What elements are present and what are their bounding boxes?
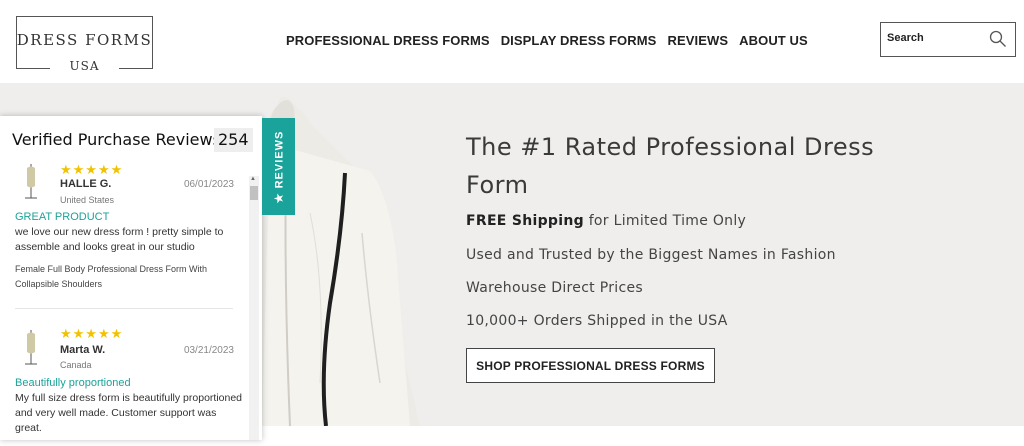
review-body: we love our new dress form ! pretty simp… bbox=[15, 226, 224, 253]
nav-display-dress-forms[interactable]: DISPLAY DRESS FORMS bbox=[501, 33, 657, 48]
hero-shipping-bold: FREE Shipping bbox=[466, 213, 584, 229]
scroll-up-icon[interactable]: ▲ bbox=[250, 176, 256, 182]
review-title: Beautifully proportioned bbox=[15, 377, 131, 389]
reviews-widget-title: Verified Purchase Reviews bbox=[12, 130, 221, 149]
hero-line-trusted: Used and Trusted by the Biggest Names in… bbox=[466, 247, 836, 263]
logo[interactable]: DRESS FORMS USA bbox=[16, 16, 153, 73]
reviewer-country: United States bbox=[60, 195, 115, 205]
review-product-link[interactable]: Female Full Body Professional Dress Form… bbox=[15, 262, 243, 292]
search-icon[interactable] bbox=[989, 30, 1007, 48]
rating-stars: ★★★★★ bbox=[60, 326, 124, 341]
search-box bbox=[880, 22, 1016, 57]
hero-shipping-line: FREE Shipping for Limited Time Only bbox=[466, 213, 746, 229]
reviewer-name: HALLE G. bbox=[60, 178, 112, 190]
logo-text: DRESS FORMS bbox=[16, 31, 153, 49]
site-header: DRESS FORMS USA PROFESSIONAL DRESS FORMS… bbox=[0, 0, 1024, 83]
review-date: 06/01/2023 bbox=[183, 179, 234, 190]
reviewer-country: Canada bbox=[60, 360, 92, 370]
hero-line-orders: 10,000+ Orders Shipped in the USA bbox=[466, 313, 728, 329]
product-thumbnail bbox=[25, 164, 37, 199]
reviews-widget: Verified Purchase Reviews 254 ▲ ★★★★★ HA… bbox=[0, 116, 262, 440]
nav-reviews[interactable]: REVIEWS bbox=[667, 33, 728, 48]
review-divider bbox=[15, 308, 233, 309]
search-input[interactable] bbox=[887, 32, 987, 44]
reviewer-name: Marta W. bbox=[60, 344, 106, 356]
reviews-count-badge: 254 bbox=[214, 128, 253, 152]
review-date: 03/21/2023 bbox=[183, 345, 234, 356]
reviews-side-tab[interactable]: ★ REVIEWS bbox=[262, 118, 295, 215]
review-title: GREAT PRODUCT bbox=[15, 211, 110, 223]
review-item: ★★★★★ Marta W. 03/21/2023 Canada Beautif… bbox=[0, 324, 248, 440]
review-item: ★★★★★ HALLE G. 06/01/2023 United States … bbox=[0, 158, 248, 318]
review-body: My full size dress form is beautifully p… bbox=[15, 392, 243, 434]
nav-professional-dress-forms[interactable]: PROFESSIONAL DRESS FORMS bbox=[286, 33, 490, 48]
reviews-tab-label: ★ REVIEWS bbox=[273, 130, 285, 203]
rating-stars: ★★★★★ bbox=[60, 162, 124, 177]
nav-about-us[interactable]: ABOUT US bbox=[739, 33, 808, 48]
reviews-scrollbar[interactable]: ▲ bbox=[249, 176, 259, 440]
shop-professional-button[interactable]: SHOP PROFESSIONAL DRESS FORMS bbox=[466, 348, 715, 383]
product-thumbnail bbox=[25, 330, 37, 365]
hero-line-prices: Warehouse Direct Prices bbox=[466, 280, 643, 296]
scrollbar-thumb[interactable] bbox=[250, 186, 258, 200]
hero-title: The #1 Rated Professional Dress Form bbox=[466, 133, 875, 199]
hero-shipping-rest: for Limited Time Only bbox=[583, 213, 747, 229]
logo-subtext: USA bbox=[69, 59, 100, 73]
main-nav: PROFESSIONAL DRESS FORMS DISPLAY DRESS F… bbox=[286, 33, 808, 48]
